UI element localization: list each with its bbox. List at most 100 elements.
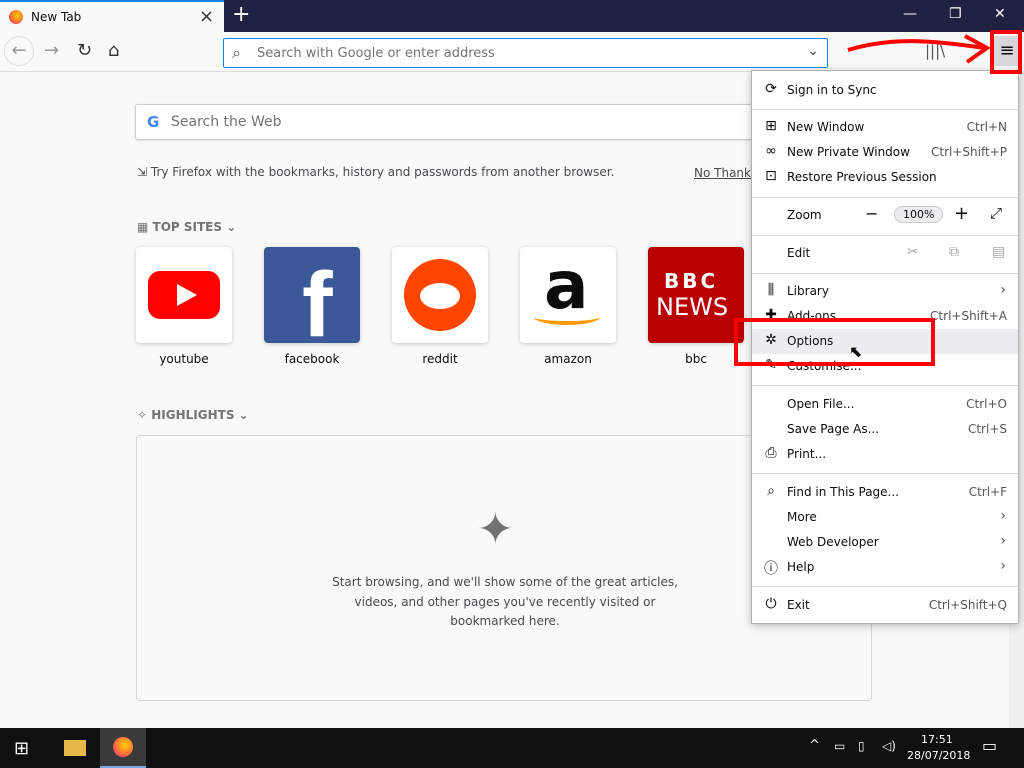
tab-title: New Tab: [31, 10, 82, 24]
menu-label: Restore Previous Session: [787, 170, 937, 184]
back-button[interactable]: ←: [4, 36, 34, 66]
chevron-right-icon: ›: [1000, 282, 1006, 298]
web-search-input[interactable]: G Search the Web: [135, 104, 775, 140]
menu-save-page[interactable]: Save Page As... Ctrl+S: [752, 417, 1018, 442]
divider: [752, 473, 1018, 474]
menu-label: Save Page As...: [787, 422, 880, 436]
notifications-icon[interactable]: ▭: [982, 736, 997, 755]
menu-open-file[interactable]: Open File... Ctrl+O: [752, 392, 1018, 417]
chevron-right-icon: ›: [1000, 508, 1006, 524]
mask-icon: ∞: [765, 143, 777, 159]
annotation-box-options: [734, 318, 935, 366]
menu-label: New Private Window: [787, 145, 910, 159]
clock-date[interactable]: 28/07/2018: [907, 749, 970, 762]
sparkle-icon: ✦: [477, 504, 514, 555]
menu-new-private-window[interactable]: ∞ New Private Window Ctrl+Shift+P: [752, 140, 1018, 165]
menu-label: Sign in to Sync: [787, 83, 877, 97]
taskbar: ⊞ ^ ▭ ▯ ◁) 17:51 28/07/2018 ▭: [0, 728, 1024, 768]
menu-label: Find in This Page...: [787, 485, 899, 499]
divider: [752, 273, 1018, 274]
menu-label: New Window: [787, 120, 865, 134]
annotation-arrow: [847, 34, 991, 64]
menu-sign-in[interactable]: ⟳ Sign in to Sync: [752, 78, 1018, 103]
menu-library[interactable]: ⫼ Library ›: [752, 279, 1018, 304]
shortcut: Ctrl+Shift+Q: [928, 598, 1007, 612]
menu-label: Print...: [787, 447, 827, 461]
highlights-label: HIGHLIGHTS: [151, 408, 235, 422]
minimize-button[interactable]: —: [903, 6, 917, 22]
library-icon: ⫼: [767, 282, 775, 298]
divider: [752, 197, 1018, 198]
top-site-label: reddit: [422, 352, 458, 366]
menu-web-developer[interactable]: Web Developer ›: [752, 530, 1018, 555]
battery-icon[interactable]: ▭: [834, 739, 845, 753]
close-window-button[interactable]: ✕: [994, 6, 1006, 22]
cut-icon[interactable]: ✂: [907, 244, 919, 260]
new-tab-button[interactable]: +: [232, 2, 250, 27]
divider: [752, 586, 1018, 587]
search-icon: ⌕: [232, 43, 241, 62]
divider: [752, 109, 1018, 110]
highlights-header[interactable]: ✧ HIGHLIGHTS ⌄: [137, 408, 249, 422]
file-explorer-icon[interactable]: [64, 740, 86, 756]
menu-exit[interactable]: ⏻ Exit Ctrl+Shift+Q: [752, 593, 1018, 618]
top-site-label: bbc: [685, 352, 707, 366]
fullscreen-icon[interactable]: ⤢: [990, 204, 1002, 222]
top-site-label: facebook: [284, 352, 340, 366]
network-icon[interactable]: ▯: [858, 739, 865, 753]
menu-restore-session[interactable]: ⊡ Restore Previous Session: [752, 165, 1018, 190]
top-site-label: youtube: [159, 352, 209, 366]
printer-icon: ⎙: [765, 445, 777, 461]
chevron-down-icon[interactable]: ⌄: [807, 43, 819, 59]
top-site-amazon[interactable]: a: [520, 247, 616, 343]
restore-button[interactable]: ❐: [949, 6, 962, 22]
url-bar[interactable]: ⌕ Search with Google or enter address ⌄: [223, 38, 828, 68]
chevron-right-icon: ›: [1000, 558, 1006, 574]
power-icon: ⏻: [765, 596, 777, 612]
import-message: ⇲ Try Firefox with the bookmarks, histor…: [137, 165, 615, 179]
menu-zoom-row: Zoom − 100% + ⤢: [752, 203, 1018, 228]
reload-button[interactable]: ↻: [77, 40, 92, 61]
no-thanks-link[interactable]: No Thanks: [694, 166, 757, 180]
menu-edit-row: Edit ✂ ⧉ ▤: [752, 241, 1018, 266]
menu-print[interactable]: ⎙ Print...: [752, 442, 1018, 467]
home-button[interactable]: ⌂: [108, 40, 119, 61]
menu-label: Library: [787, 284, 829, 298]
menu-label: Zoom: [787, 208, 822, 222]
top-site-bbc[interactable]: BBC NEWS: [648, 247, 744, 343]
top-site-facebook[interactable]: f: [264, 247, 360, 343]
zoom-in-button[interactable]: +: [954, 203, 969, 224]
sync-icon: ⟳: [765, 81, 777, 97]
menu-help[interactable]: ⓘ Help ›: [752, 555, 1018, 580]
chevron-right-icon: ›: [1000, 533, 1006, 549]
shortcut: Ctrl+Shift+P: [931, 145, 1007, 159]
menu-label: More: [787, 510, 817, 524]
copy-icon[interactable]: ⧉: [949, 244, 959, 260]
search-placeholder: Search the Web: [171, 114, 282, 130]
top-sites-header[interactable]: ▦ TOP SITES ⌄: [137, 220, 236, 234]
menu-find[interactable]: ⌕ Find in This Page... Ctrl+F: [752, 480, 1018, 505]
restore-session-icon: ⊡: [765, 168, 777, 184]
menu-label: Help: [787, 560, 815, 574]
menu-new-window[interactable]: ⊞ New Window Ctrl+N: [752, 115, 1018, 140]
tab-new-tab[interactable]: New Tab ×: [0, 0, 224, 32]
shortcut: Ctrl+O: [966, 397, 1007, 411]
windows-start-icon[interactable]: ⊞: [14, 738, 29, 759]
divider: [752, 235, 1018, 236]
zoom-out-button[interactable]: −: [865, 204, 878, 223]
firefox-taskbar-button[interactable]: [100, 728, 146, 768]
paste-icon[interactable]: ▤: [992, 244, 1005, 260]
help-icon: ⓘ: [764, 561, 778, 577]
forward-button[interactable]: →: [44, 40, 59, 61]
close-tab-icon[interactable]: ×: [199, 6, 214, 27]
new-window-icon: ⊞: [765, 118, 777, 134]
top-site-reddit[interactable]: [392, 247, 488, 343]
top-site-youtube[interactable]: [136, 247, 232, 343]
menu-more[interactable]: More ›: [752, 505, 1018, 530]
clock-time[interactable]: 17:51: [921, 733, 953, 746]
top-sites-label: TOP SITES: [152, 220, 223, 234]
volume-icon[interactable]: ◁): [882, 739, 896, 753]
zoom-reset-button[interactable]: 100%: [894, 206, 944, 223]
chevron-up-icon[interactable]: ^: [809, 738, 820, 753]
google-icon: G: [147, 113, 160, 131]
